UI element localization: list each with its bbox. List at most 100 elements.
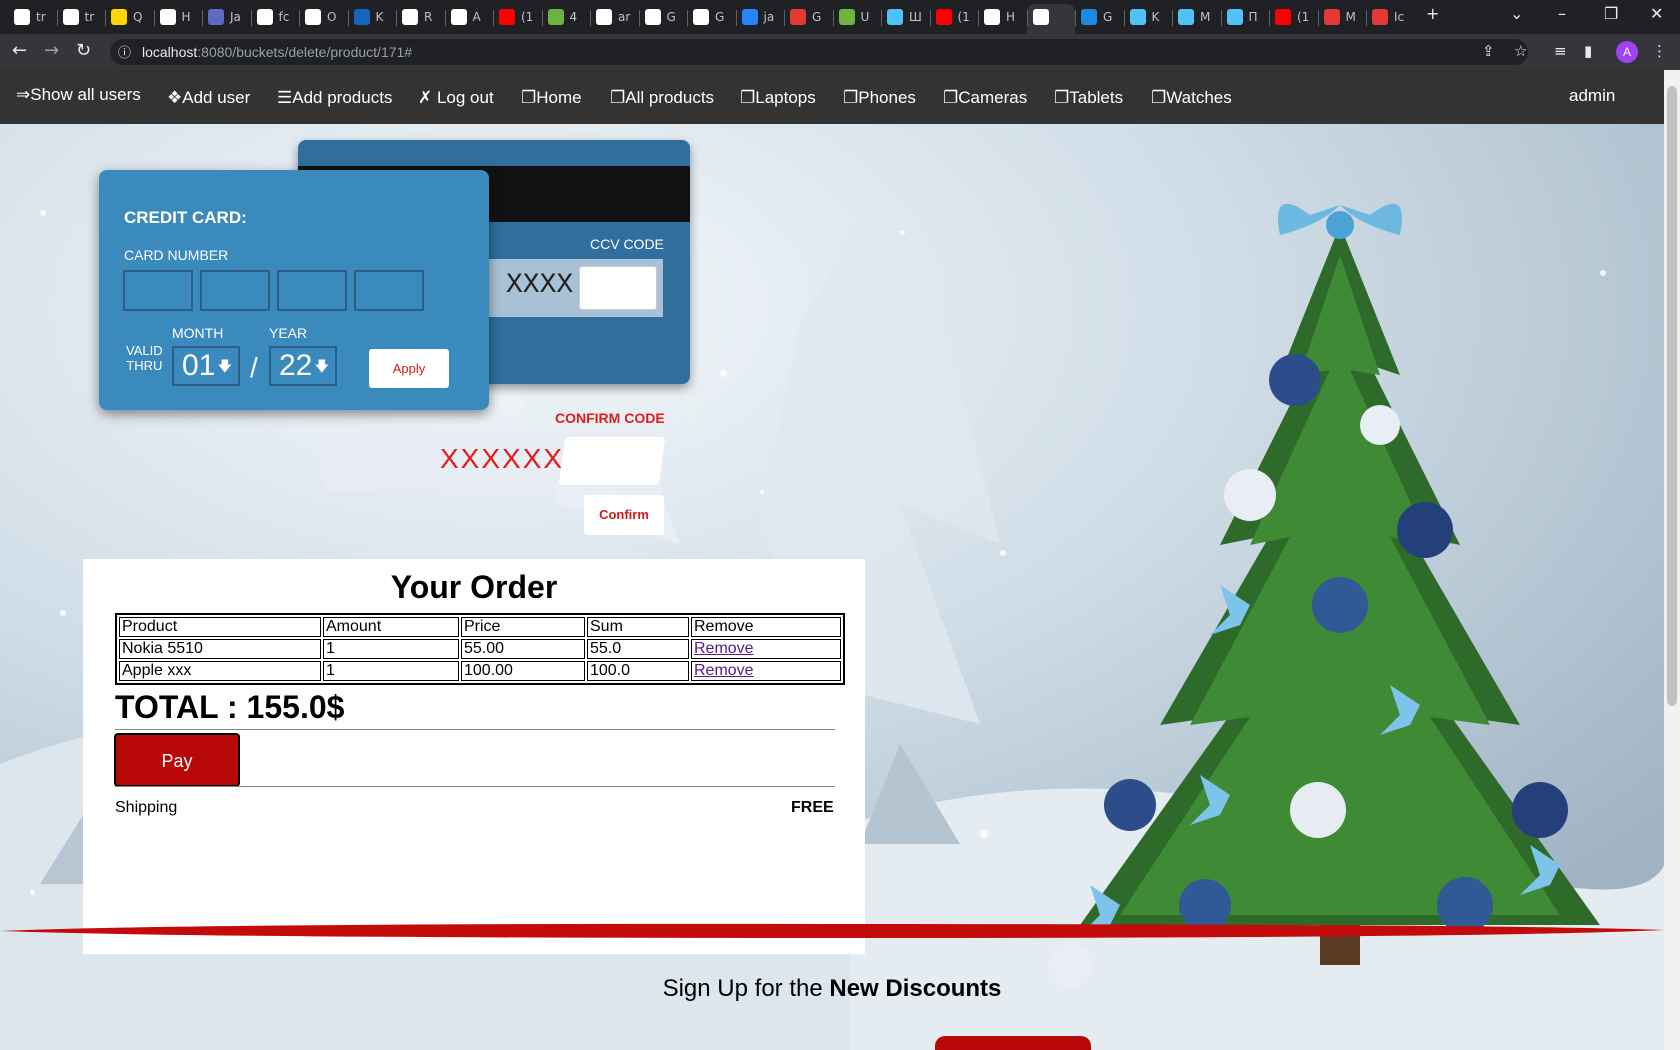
- java-icon: [208, 9, 224, 25]
- browser-tab[interactable]: (1: [499, 6, 533, 28]
- browser-tab[interactable]: Ic: [1372, 6, 1404, 28]
- browser-tab[interactable]: G: [644, 6, 676, 28]
- nav-tablets[interactable]: ❐Tablets: [1054, 88, 1123, 108]
- tab-separator: [784, 10, 785, 26]
- reload-icon[interactable]: ↻: [76, 40, 91, 61]
- tab-label: G: [715, 10, 725, 24]
- nav-user-admin[interactable]: admin: [1569, 86, 1615, 106]
- nav-phones[interactable]: ❐Phones: [843, 88, 916, 108]
- column-header-sum: Sum: [587, 617, 689, 637]
- month-select[interactable]: 01 🡇: [172, 346, 240, 386]
- card-number-field-2[interactable]: [200, 270, 270, 311]
- tab-label: H: [1006, 10, 1016, 24]
- restore-button[interactable]: ❐: [1604, 4, 1618, 23]
- nav-all-products[interactable]: ❐All products: [610, 88, 714, 108]
- divider: [115, 729, 835, 730]
- browser-tab[interactable]: ar: [596, 6, 630, 28]
- bookmark-star-icon[interactable]: ☆: [1514, 42, 1527, 60]
- remove-link[interactable]: Remove: [694, 662, 754, 679]
- browser-tab[interactable]: ja: [741, 6, 774, 28]
- confirm-button[interactable]: Confirm: [584, 495, 664, 535]
- spring-icon: [838, 9, 855, 25]
- nav-cameras[interactable]: ❐Cameras: [943, 88, 1027, 108]
- nav-watches[interactable]: ❐Watches: [1151, 88, 1232, 108]
- confirm-code-input[interactable]: [558, 437, 666, 485]
- browser-tab[interactable]: G: [693, 6, 724, 28]
- browser-tab[interactable]: 4: [547, 6, 578, 28]
- confirm-code-label: CONFIRM CODE: [555, 410, 665, 426]
- browser-tab[interactable]: Ja: [208, 6, 241, 28]
- card-number-field-4[interactable]: [354, 270, 424, 311]
- tab-label: A: [472, 10, 481, 24]
- new-tab-button[interactable]: +: [1426, 4, 1439, 23]
- browser-tab[interactable]: M: [1323, 6, 1356, 28]
- browser-tab[interactable]: R: [402, 6, 432, 28]
- cl-icon: [1081, 9, 1097, 25]
- tab-separator: [1366, 10, 1367, 26]
- browser-tab[interactable]: K: [1129, 6, 1159, 28]
- reading-list-icon[interactable]: ≡: [1554, 42, 1567, 60]
- ccv-input[interactable]: [579, 266, 657, 310]
- tab-separator: [832, 10, 834, 26]
- browser-tab[interactable]: [1032, 6, 1055, 28]
- snowflake: [60, 610, 66, 616]
- nav-add-products[interactable]: ☰Add products: [277, 88, 392, 108]
- nav-laptops[interactable]: ❐Laptops: [740, 88, 816, 108]
- close-window-button[interactable]: ✕: [1650, 4, 1663, 23]
- scrollbar-thumb[interactable]: [1667, 86, 1677, 706]
- card-number-field-3[interactable]: [277, 270, 347, 311]
- pay-button[interactable]: Pay: [114, 733, 240, 787]
- tab-label: G: [666, 10, 676, 24]
- card-number-field-1[interactable]: [123, 270, 193, 311]
- profile-avatar[interactable]: A: [1616, 41, 1638, 63]
- minimize-button[interactable]: –: [1558, 4, 1566, 23]
- tab-separator: [687, 10, 688, 26]
- browser-tab[interactable]: A: [450, 6, 481, 28]
- browser-tab[interactable]: Ш: [887, 6, 922, 28]
- nav-log-out[interactable]: ✗ Log out: [418, 88, 494, 108]
- browser-tab[interactable]: G: [790, 6, 821, 28]
- year-select[interactable]: 22 🡇: [269, 346, 337, 386]
- tab-label: 4: [569, 10, 578, 24]
- order-title: Your Order: [390, 569, 558, 605]
- github-icon: [596, 9, 612, 25]
- nav-home[interactable]: ❐Home: [521, 88, 582, 108]
- app-icon: [1226, 9, 1243, 25]
- browser-tab[interactable]: H: [159, 6, 191, 28]
- browser-tab[interactable]: (1: [1275, 6, 1309, 28]
- browser-tab[interactable]: (1: [935, 6, 970, 28]
- signup-button[interactable]: [935, 1036, 1091, 1050]
- google-icon: [14, 9, 30, 25]
- tab-search-icon[interactable]: ⌄: [1510, 4, 1523, 23]
- app-icon: [887, 9, 903, 25]
- forward-arrow-icon[interactable]: →: [44, 40, 59, 61]
- nav-add-user[interactable]: ❖Add user: [167, 88, 250, 108]
- browser-tab[interactable]: O: [305, 6, 336, 28]
- nav-show-all-users[interactable]: ⇒Show all users: [16, 85, 141, 105]
- site-info-icon[interactable]: ⓘ: [118, 42, 131, 61]
- browser-tab[interactable]: H: [984, 6, 1015, 28]
- tab-label: ar: [618, 10, 631, 24]
- remove-link[interactable]: Remove: [694, 640, 754, 657]
- share-icon[interactable]: ⇪: [1482, 42, 1495, 60]
- apply-button[interactable]: Apply: [369, 349, 449, 388]
- browser-tab[interactable]: K: [353, 6, 383, 28]
- browser-tab[interactable]: U: [838, 6, 869, 28]
- browser-tab[interactable]: tr: [62, 6, 94, 28]
- browser-tab[interactable]: G: [1081, 6, 1112, 28]
- browser-tab[interactable]: П: [1226, 6, 1258, 28]
- tab-separator: [56, 10, 58, 26]
- tab-label: G: [1103, 10, 1113, 24]
- browser-tab[interactable]: Q: [111, 6, 142, 28]
- back-arrow-icon[interactable]: ←: [12, 40, 27, 61]
- jira-icon: [741, 9, 758, 25]
- column-header-remove: Remove: [691, 617, 841, 637]
- menu-dots-icon[interactable]: ⋮: [1652, 42, 1667, 60]
- browser-tab[interactable]: fc: [256, 6, 289, 28]
- side-panel-icon[interactable]: ▮: [1584, 42, 1592, 60]
- tab-separator: [638, 10, 640, 26]
- url-text[interactable]: localhost:8080/buckets/delete/product/17…: [142, 44, 412, 60]
- browser-tab[interactable]: M: [1178, 6, 1210, 28]
- tab-separator: [105, 10, 106, 26]
- browser-tab[interactable]: tr: [14, 6, 46, 28]
